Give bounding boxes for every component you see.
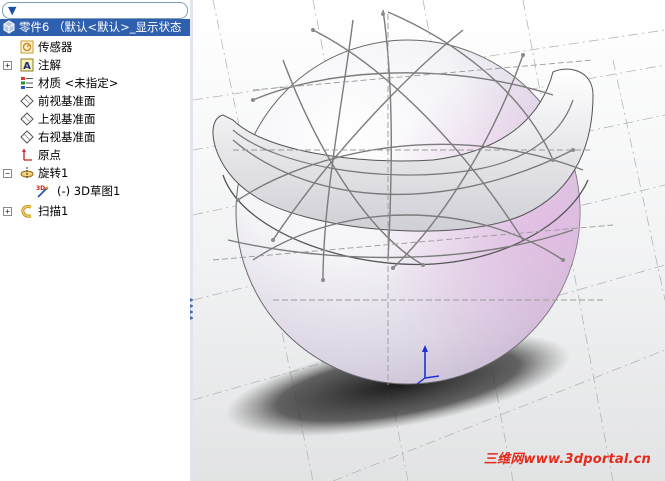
tree-item-material[interactable]: 材质 <未指定> bbox=[0, 75, 190, 92]
tree-item-3d-sketch1[interactable]: 3D (-) 3D草图1 bbox=[0, 183, 190, 200]
model-view bbox=[193, 0, 665, 481]
sweep-icon bbox=[21, 205, 32, 218]
plane-icon bbox=[20, 130, 34, 144]
graphics-viewport[interactable]: 三维网www.3dportal.cn bbox=[193, 0, 665, 481]
expand-icon[interactable]: + bbox=[3, 207, 12, 216]
part-icon bbox=[3, 20, 15, 34]
svg-text:A: A bbox=[23, 61, 31, 72]
tree-item-annotations[interactable]: + A 注解 bbox=[0, 57, 190, 74]
tree-root-part[interactable]: 零件6 （默认<默认>_显示状态 bbox=[0, 19, 190, 36]
tree-item-label: 上视基准面 bbox=[38, 112, 96, 126]
tree-item-label: 前视基准面 bbox=[38, 94, 96, 108]
plane-icon bbox=[20, 112, 34, 126]
tree-root-label: 零件6 （默认<默认>_显示状态 bbox=[19, 20, 182, 34]
tree-item-label: (-) 3D草图1 bbox=[57, 184, 121, 198]
plane-icon bbox=[20, 94, 34, 108]
tree-item-front-plane[interactable]: 前视基准面 bbox=[0, 93, 190, 110]
material-icon bbox=[21, 77, 33, 89]
tree-item-sensors[interactable]: 传感器 bbox=[0, 39, 190, 56]
origin-icon bbox=[22, 148, 32, 161]
tree-item-right-plane[interactable]: 右视基准面 bbox=[0, 129, 190, 146]
tree-item-label: 原点 bbox=[38, 148, 61, 162]
tree-item-label: 材质 <未指定> bbox=[38, 76, 119, 90]
collapse-icon[interactable]: − bbox=[3, 169, 12, 178]
tree-item-origin[interactable]: 原点 bbox=[0, 147, 190, 164]
revolve-icon bbox=[20, 167, 34, 179]
tree-item-label: 注解 bbox=[38, 58, 61, 72]
tree-filter-input[interactable]: ▼ bbox=[2, 2, 188, 19]
tree-item-label: 传感器 bbox=[38, 40, 73, 54]
annotation-icon: A bbox=[20, 58, 34, 72]
feature-manager-tree: ▼ 零件6 （默认<默认>_显示状态 传感器 + A 注解 材质 <未指定> 前… bbox=[0, 0, 191, 481]
expand-icon[interactable]: + bbox=[3, 61, 12, 70]
tree-item-label: 旋转1 bbox=[38, 166, 69, 180]
tree-item-top-plane[interactable]: 上视基准面 bbox=[0, 111, 190, 128]
3d-sketch-icon: 3D bbox=[36, 185, 49, 198]
filter-icon: ▼ bbox=[8, 4, 17, 17]
tree-item-label: 扫描1 bbox=[38, 204, 69, 218]
tree-item-sweep1[interactable]: + 扫描1 bbox=[0, 203, 190, 220]
sensor-icon bbox=[20, 40, 34, 54]
tree-item-revolve1[interactable]: − 旋转1 bbox=[0, 165, 190, 182]
tree-item-label: 右视基准面 bbox=[38, 130, 96, 144]
watermark: 三维网www.3dportal.cn bbox=[483, 452, 651, 467]
